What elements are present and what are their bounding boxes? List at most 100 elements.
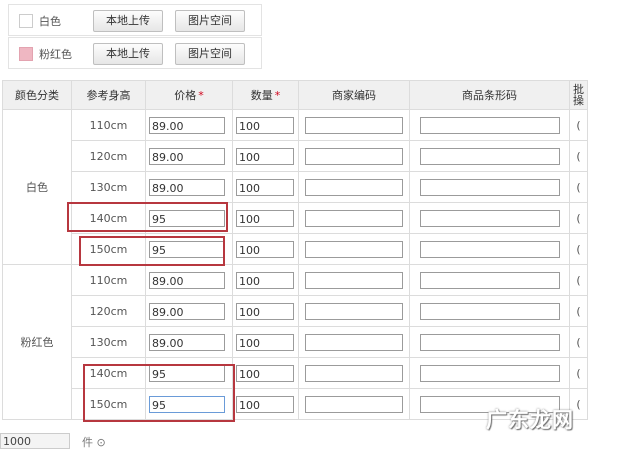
qty-input[interactable]: 100 [236,333,294,351]
local-upload-button[interactable]: 本地上传 [93,43,163,65]
barcode-input[interactable] [420,147,560,165]
barcode-cell [409,295,570,327]
table-header-row: 颜色分类 参考身高 价格 * 数量 * 商家编码 商品条形码 批 操 [2,80,588,110]
barcode-input[interactable] [420,364,560,382]
qty-input[interactable]: 100 [236,209,294,227]
price-input[interactable]: 95 [149,364,225,382]
barcode-input[interactable] [420,116,560,134]
height-cell: 140cm [71,357,146,389]
qty-input[interactable]: 100 [236,364,294,382]
swatch-pink[interactable] [19,47,33,61]
price-input[interactable]: 89.00 [149,147,225,165]
qty-input[interactable]: 100 [236,302,294,320]
table-row: 白色 110cm 89.00 100 ( [2,109,588,265]
price-cell: 89.00 [145,326,233,358]
merchant-code-input[interactable] [305,240,403,258]
batch-op-cell[interactable]: ( [569,264,588,296]
price-input[interactable]: 95 [149,395,225,413]
qty-input[interactable]: 100 [236,116,294,134]
qty-cell: 100 [232,171,299,203]
price-cell: 89.00 [145,171,233,203]
qty-cell: 100 [232,295,299,327]
barcode-cell [409,140,570,172]
batch-op-cell[interactable]: ( [569,326,588,358]
price-cell: 89.00 [145,109,233,141]
merchant-code-input[interactable] [305,209,403,227]
watermark: 广东龙网 [486,408,574,432]
height-cell: 110cm [71,264,146,296]
table-row: 120cm 89.00 100 ( [3,140,588,172]
barcode-input[interactable] [420,302,560,320]
batch-op-cell[interactable]: ( [569,233,588,265]
merchant-code-input[interactable] [305,364,403,382]
header-color: 颜色分类 [2,80,72,110]
color-option-white: 白色 本地上传 图片空间 [8,4,262,36]
header-barcode: 商品条形码 [409,80,570,110]
header-price: 价格 * [145,80,233,110]
table-row: 130cm 89.00 100 ( [3,326,588,358]
merchant-code-cell [298,388,410,420]
barcode-cell [409,233,570,265]
barcode-input[interactable] [420,178,560,196]
price-input[interactable]: 95 [149,209,225,227]
price-input[interactable]: 89.00 [149,271,225,289]
group-color-cell: 粉红色 [2,264,72,420]
qty-input[interactable]: 100 [236,240,294,258]
header-qty: 数量 * [232,80,299,110]
swatch-white[interactable] [19,14,33,28]
price-cell: 95 [145,202,233,234]
local-upload-button[interactable]: 本地上传 [93,10,163,32]
batch-op-cell[interactable]: ( [569,357,588,389]
merchant-code-input[interactable] [305,333,403,351]
height-cell: 120cm [71,295,146,327]
table-row: 150cm 95 100 ( [3,233,588,265]
batch-op-cell[interactable]: ( [569,295,588,327]
sku-table: 颜色分类 参考身高 价格 * 数量 * 商家编码 商品条形码 批 操 白色 110c… [2,80,588,420]
total-quantity-unit: 件 ⊙ [82,436,106,449]
price-input[interactable]: 89.00 [149,333,225,351]
batch-op-cell[interactable]: ( [569,140,588,172]
qty-input[interactable]: 100 [236,147,294,165]
color-label: 粉红色 [39,48,72,61]
barcode-input[interactable] [420,333,560,351]
merchant-code-input[interactable] [305,302,403,320]
required-mark: * [198,89,204,102]
qty-input[interactable]: 100 [236,395,294,413]
height-cell: 130cm [71,171,146,203]
image-space-button[interactable]: 图片空间 [175,10,245,32]
height-cell: 110cm [71,109,146,141]
price-input[interactable]: 89.00 [149,178,225,196]
merchant-code-cell [298,295,410,327]
merchant-code-input[interactable] [305,178,403,196]
image-space-button[interactable]: 图片空间 [175,43,245,65]
qty-cell: 100 [232,388,299,420]
price-input[interactable]: 89.00 [149,302,225,320]
merchant-code-input[interactable] [305,147,403,165]
height-cell: 150cm [71,388,146,420]
header-price-label: 价格 [174,89,197,102]
barcode-input[interactable] [420,240,560,258]
merchant-code-input[interactable] [305,116,403,134]
color-option-pink: 粉红色 本地上传 图片空间 [8,37,262,69]
barcode-input[interactable] [420,209,560,227]
table-row: 140cm 95 100 ( [3,357,588,389]
merchant-code-cell [298,357,410,389]
barcode-input[interactable] [420,271,560,289]
merchant-code-cell [298,109,410,141]
qty-input[interactable]: 100 [236,271,294,289]
merchant-code-input[interactable] [305,271,403,289]
barcode-cell [409,326,570,358]
qty-input[interactable]: 100 [236,178,294,196]
batch-op-cell[interactable]: ( [569,171,588,203]
batch-op-cell[interactable]: ( [569,109,588,141]
height-cell: 150cm [71,233,146,265]
price-input[interactable]: 95 [149,240,225,258]
batch-op-cell[interactable]: ( [569,202,588,234]
required-mark: * [274,89,281,102]
price-cell: 95 [145,233,233,265]
qty-cell: 100 [232,264,299,296]
barcode-cell [409,171,570,203]
qty-cell: 100 [232,326,299,358]
price-input[interactable]: 89.00 [149,116,225,134]
merchant-code-input[interactable] [305,395,403,413]
